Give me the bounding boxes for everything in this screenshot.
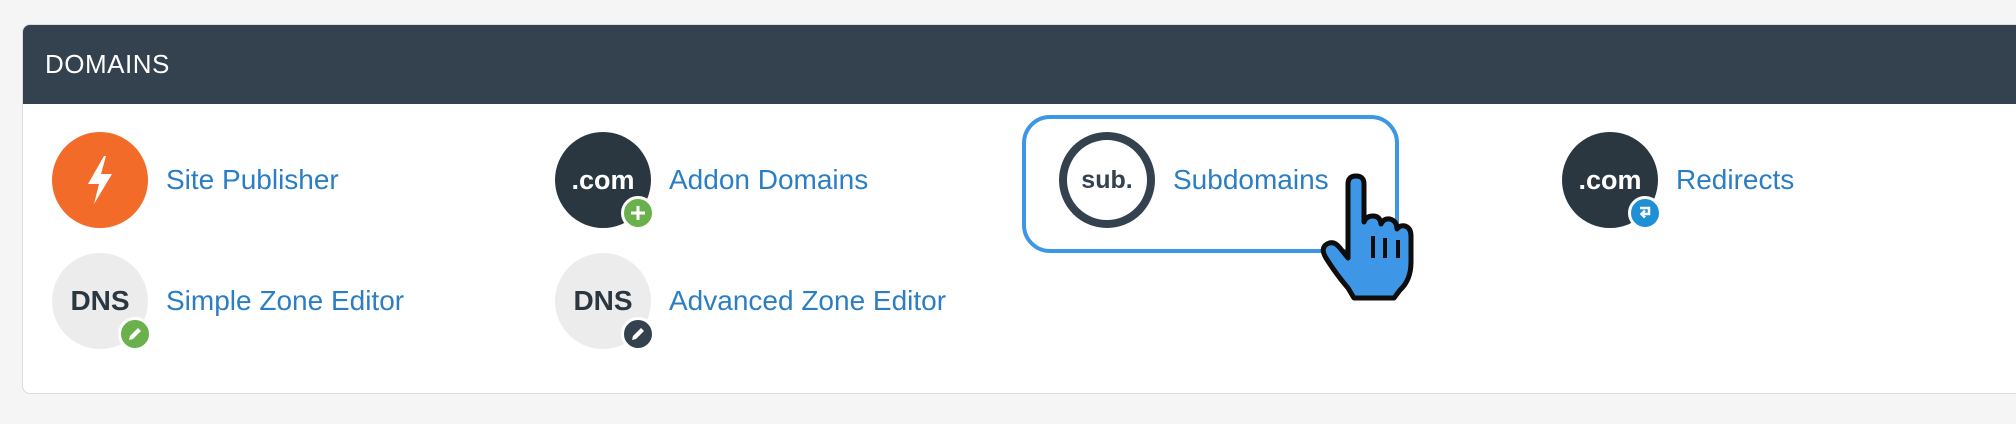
panel-title: DOMAINS: [45, 49, 170, 79]
addon-domains-link[interactable]: .com Addon Domains: [555, 132, 869, 230]
redirects-icon-wrap: .com: [1562, 132, 1662, 230]
site-publisher-icon-wrap: [52, 132, 148, 228]
advanced-zone-editor-icon-wrap: DNS: [555, 253, 655, 351]
dot-com-icon-text: .com: [571, 164, 635, 195]
domains-panel: DOMAINS Site Publisher .com Addon Domain…: [22, 24, 2016, 394]
addon-domains-icon-wrap: .com: [555, 132, 655, 230]
site-publisher-label: Site Publisher: [166, 164, 339, 195]
lightning-bolt-icon: [52, 132, 148, 228]
simple-zone-editor-label: Simple Zone Editor: [166, 285, 405, 316]
simple-zone-editor-link[interactable]: DNS Simple Zone Editor: [52, 253, 405, 351]
advanced-dns-icon-text: DNS: [573, 285, 633, 316]
advanced-zone-editor-link[interactable]: DNS Advanced Zone Editor: [555, 253, 947, 351]
simple-zone-editor-icon-wrap: DNS: [52, 253, 152, 351]
redirects-icon-text: .com: [1578, 164, 1642, 195]
redirects-label: Redirects: [1676, 164, 1795, 195]
panel-header: DOMAINS: [23, 25, 2016, 104]
pencil-icon: [621, 317, 655, 351]
pencil-icon: [118, 317, 152, 351]
plus-icon: [621, 196, 655, 230]
hand-pointer-icon: [1320, 173, 1414, 301]
redirect-arrow-icon: [1628, 196, 1662, 230]
site-publisher-link[interactable]: Site Publisher: [52, 132, 339, 228]
addon-domains-label: Addon Domains: [669, 164, 869, 195]
advanced-zone-editor-label: Advanced Zone Editor: [669, 285, 947, 316]
redirects-link[interactable]: .com Redirects: [1562, 132, 1795, 230]
dns-icon-text: DNS: [70, 285, 130, 316]
